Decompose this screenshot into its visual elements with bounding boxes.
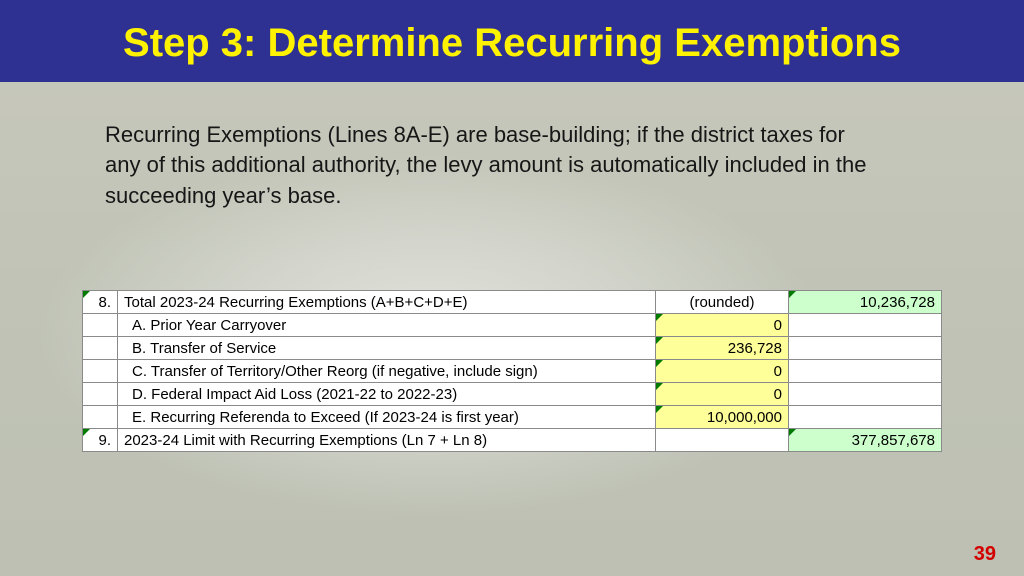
line-label: Transfer of Territory/Other Reorg (if ne… [151, 363, 538, 380]
table-row: E. Recurring Referenda to Exceed (If 202… [83, 406, 942, 429]
exemptions-table-wrap: 8.Total 2023-24 Recurring Exemptions (A+… [82, 290, 942, 452]
value-col2-cell: 236,728 [656, 337, 789, 360]
line-letter: B. [132, 340, 146, 357]
table-row: 9.2023-24 Limit with Recurring Exemption… [83, 429, 942, 452]
line-label: Transfer of Service [150, 340, 276, 357]
value-col3-cell [789, 406, 942, 429]
value-col3-cell: 377,857,678 [789, 429, 942, 452]
label-cell: B. Transfer of Service [118, 337, 656, 360]
line-letter: E. [132, 409, 146, 426]
value-col3-cell: 10,236,728 [789, 291, 942, 314]
line-number-cell [83, 337, 118, 360]
value-col3-cell [789, 314, 942, 337]
line-number-cell [83, 383, 118, 406]
slide-title: Step 3: Determine Recurring Exemptions [123, 21, 901, 66]
table-row: 8.Total 2023-24 Recurring Exemptions (A+… [83, 291, 942, 314]
line-number-cell [83, 314, 118, 337]
line-number-cell [83, 360, 118, 383]
label-cell: 2023-24 Limit with Recurring Exemptions … [118, 429, 656, 452]
line-letter: D. [132, 386, 147, 403]
title-bar: Step 3: Determine Recurring Exemptions [0, 0, 1024, 82]
value-col2-cell [656, 429, 789, 452]
value-col2-cell: 0 [656, 383, 789, 406]
slide: Step 3: Determine Recurring Exemptions R… [0, 0, 1024, 576]
value-col2-cell: (rounded) [656, 291, 789, 314]
line-label: Federal Impact Aid Loss (2021-22 to 2022… [151, 386, 457, 403]
page-number: 39 [974, 543, 996, 566]
line-label: Recurring Referenda to Exceed (If 2023-2… [150, 409, 519, 426]
line-letter: A. [132, 317, 146, 334]
table-row: C. Transfer of Territory/Other Reorg (if… [83, 360, 942, 383]
value-col2-cell: 10,000,000 [656, 406, 789, 429]
table-row: D. Federal Impact Aid Loss (2021-22 to 2… [83, 383, 942, 406]
line-label: Prior Year Carryover [150, 317, 286, 334]
line-letter: C. [132, 363, 147, 380]
value-col3-cell [789, 337, 942, 360]
exemptions-table: 8.Total 2023-24 Recurring Exemptions (A+… [82, 290, 942, 452]
label-cell: C. Transfer of Territory/Other Reorg (if… [118, 360, 656, 383]
label-cell: D. Federal Impact Aid Loss (2021-22 to 2… [118, 383, 656, 406]
line-number-cell: 8. [83, 291, 118, 314]
value-col2-cell: 0 [656, 360, 789, 383]
label-cell: Total 2023-24 Recurring Exemptions (A+B+… [118, 291, 656, 314]
table-row: A. Prior Year Carryover0 [83, 314, 942, 337]
body-paragraph: Recurring Exemptions (Lines 8A-E) are ba… [105, 120, 885, 211]
table-row: B. Transfer of Service236,728 [83, 337, 942, 360]
value-col3-cell [789, 383, 942, 406]
value-col2-cell: 0 [656, 314, 789, 337]
label-cell: A. Prior Year Carryover [118, 314, 656, 337]
value-col3-cell [789, 360, 942, 383]
line-number-cell: 9. [83, 429, 118, 452]
label-cell: E. Recurring Referenda to Exceed (If 202… [118, 406, 656, 429]
line-number-cell [83, 406, 118, 429]
